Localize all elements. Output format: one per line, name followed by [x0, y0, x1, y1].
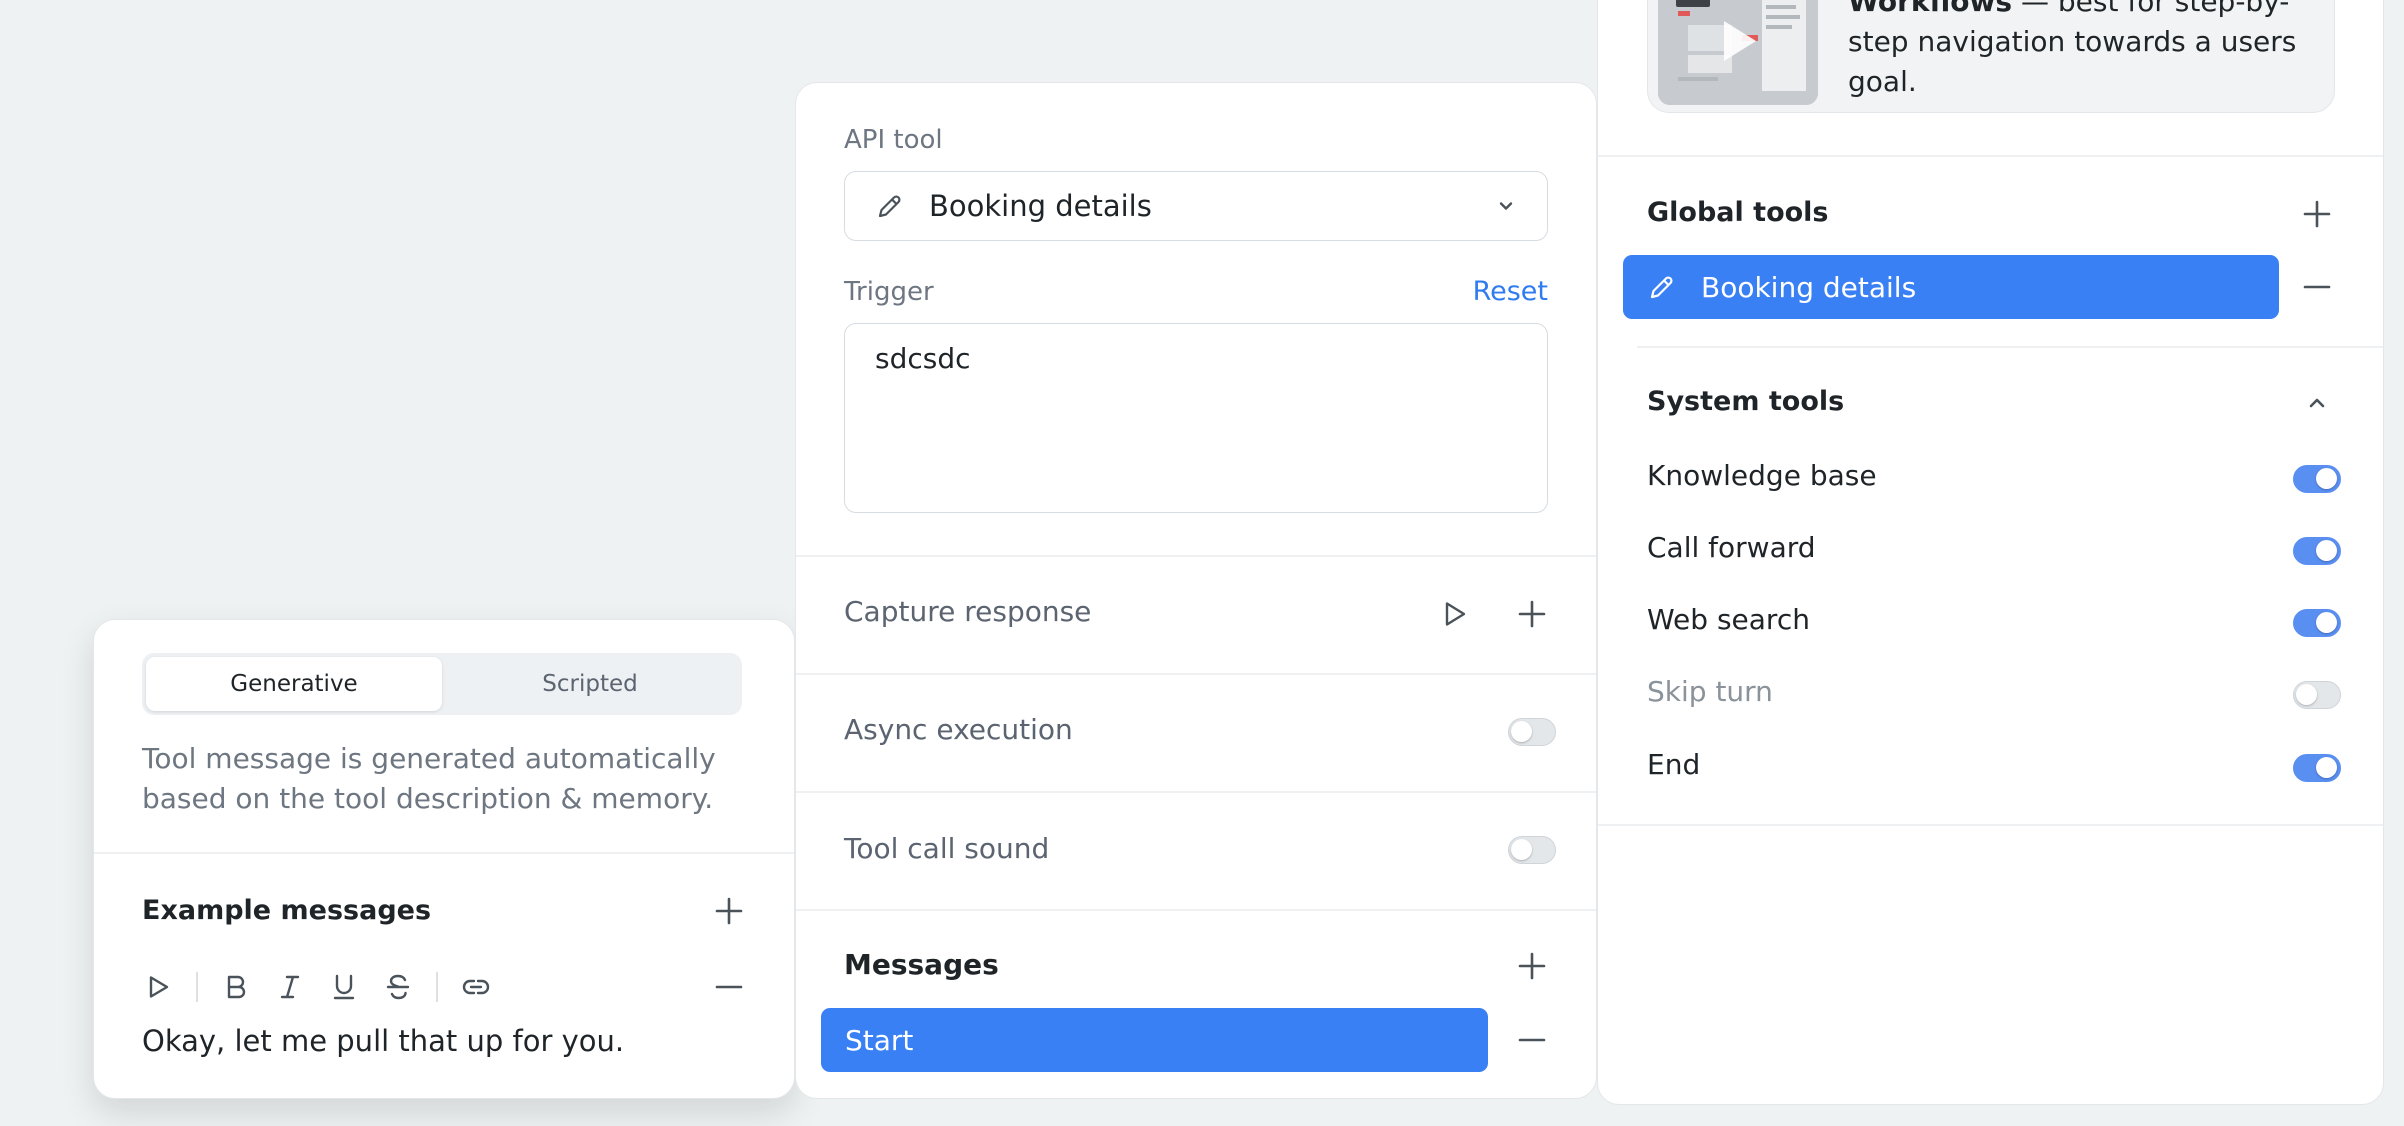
api-tool-value: Booking details: [929, 189, 1152, 223]
play-capture-button[interactable]: [1436, 596, 1472, 632]
play-icon: [1724, 21, 1756, 61]
scripted-tab[interactable]: Scripted: [442, 657, 738, 711]
workflows-title: Workflows: [1848, 0, 2013, 18]
divider: [1598, 824, 2383, 826]
api-tool-select[interactable]: Booking details: [844, 171, 1548, 241]
message-item-start[interactable]: Start: [821, 1008, 1488, 1072]
tool-call-sound-label: Tool call sound: [844, 832, 1050, 865]
divider: [796, 791, 1596, 793]
workflows-description: Workflows — best for step-by-step naviga…: [1848, 0, 2308, 102]
minus-icon: [1518, 1038, 1546, 1042]
plus-icon: [715, 897, 743, 925]
tools-sidebar: Workflows — best for step-by-step naviga…: [1597, 0, 2384, 1105]
knowledge-base-toggle[interactable]: [2293, 465, 2341, 493]
system-tool-call-forward: Call forward: [1647, 531, 1816, 564]
remove-global-tool-button[interactable]: [2299, 269, 2335, 305]
system-tool-knowledge-base: Knowledge base: [1647, 459, 1877, 492]
workflows-video-card[interactable]: Workflows — best for step-by-step naviga…: [1647, 0, 2335, 113]
example-message-text[interactable]: Okay, let me pull that up for you.: [142, 1024, 624, 1058]
divider: [796, 555, 1596, 557]
add-example-message-button[interactable]: [712, 894, 746, 928]
plus-icon: [2303, 200, 2331, 228]
messages-heading: Messages: [844, 948, 999, 981]
example-messages-heading: Example messages: [142, 895, 432, 926]
tool-config-panel: API tool Booking details Trigger Reset s…: [795, 82, 1597, 1099]
call-forward-toggle[interactable]: [2293, 537, 2341, 565]
system-tool-web-search: Web search: [1647, 603, 1810, 636]
underline-icon[interactable]: [328, 971, 360, 1003]
italic-icon[interactable]: [274, 971, 306, 1003]
toolbar-separator: [196, 972, 198, 1002]
divider: [94, 852, 794, 854]
add-message-button[interactable]: [1514, 948, 1550, 984]
message-mode-toggle: Generative Scripted: [142, 653, 742, 715]
tool-call-sound-toggle[interactable]: [1508, 836, 1556, 864]
api-tool-label: API tool: [844, 125, 943, 155]
mode-description: Tool message is generated automatically …: [142, 742, 716, 815]
collapse-system-tools-button[interactable]: [2299, 385, 2335, 421]
async-execution-label: Async execution: [844, 713, 1073, 746]
divider: [796, 909, 1596, 911]
global-tool-booking-details[interactable]: Booking details: [1623, 255, 2279, 319]
web-search-toggle[interactable]: [2293, 609, 2341, 637]
remove-example-message-button[interactable]: [712, 970, 746, 1004]
system-tool-skip-turn: Skip turn: [1647, 675, 1773, 708]
add-global-tool-button[interactable]: [2299, 196, 2335, 232]
plus-icon: [1518, 952, 1546, 980]
plus-icon: [1518, 600, 1546, 628]
bold-icon[interactable]: [220, 971, 252, 1003]
divider: [796, 673, 1596, 675]
chevron-up-icon: [2309, 398, 2325, 408]
global-tools-heading: Global tools: [1647, 197, 1829, 228]
link-icon[interactable]: [460, 971, 492, 1003]
minus-icon: [2303, 285, 2331, 289]
generative-tab[interactable]: Generative: [146, 657, 442, 711]
async-execution-toggle[interactable]: [1508, 718, 1556, 746]
skip-turn-toggle[interactable]: [2293, 681, 2341, 709]
end-toggle[interactable]: [2293, 754, 2341, 782]
trigger-label: Trigger: [844, 277, 934, 307]
divider: [1637, 346, 2383, 348]
pencil-icon: [878, 195, 901, 218]
minus-icon: [715, 985, 743, 989]
system-tools-heading: System tools: [1647, 386, 1845, 417]
add-capture-button[interactable]: [1514, 596, 1550, 632]
reset-link[interactable]: Reset: [1473, 276, 1548, 307]
pencil-icon: [1650, 276, 1673, 299]
video-thumbnail[interactable]: [1658, 0, 1818, 105]
remove-message-button[interactable]: [1514, 1022, 1550, 1058]
format-toolbar: [142, 969, 514, 1005]
chevron-down-icon: [1499, 202, 1513, 210]
message-editor-panel: Generative Scripted Tool message is gene…: [93, 619, 795, 1099]
play-icon: [1445, 602, 1466, 626]
strikethrough-icon[interactable]: [382, 971, 414, 1003]
global-tool-label: Booking details: [1701, 270, 1917, 304]
toolbar-separator: [436, 972, 438, 1002]
trigger-input[interactable]: sdcsdc: [844, 323, 1548, 513]
system-tool-end: End: [1647, 748, 1701, 781]
divider: [1598, 155, 2383, 157]
capture-response-label: Capture response: [844, 595, 1092, 628]
play-icon[interactable]: [142, 971, 174, 1003]
